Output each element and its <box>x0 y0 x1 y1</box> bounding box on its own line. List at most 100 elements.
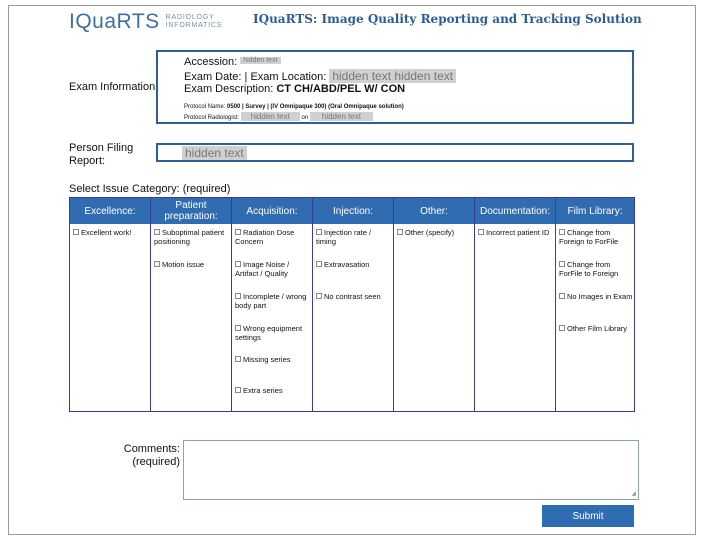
exam-location-value: hidden text hidden text <box>329 69 457 83</box>
person-filing-input[interactable]: hidden text <box>156 143 634 162</box>
comments-textarea[interactable]: ◢ <box>183 440 639 500</box>
column-header-acquisition: Acquisition: <box>232 198 312 224</box>
option-excellent-work[interactable]: Excellent work! <box>73 228 131 237</box>
person-filing-value: hidden text <box>182 146 247 160</box>
option-incorrect-patient-id[interactable]: Incorrect patient ID <box>478 228 549 237</box>
exam-description-label: Exam Description: <box>184 83 274 95</box>
column-film-library: Film Library: Change from Foreign to For… <box>556 198 634 411</box>
protocol-name-label: Protocol Name: <box>184 104 226 110</box>
issue-category-grid: Excellence: Excellent work! Patient prep… <box>69 197 635 412</box>
option-label: No Images in Exam <box>567 292 633 301</box>
checkbox-icon[interactable] <box>235 229 241 235</box>
column-header-film-library: Film Library: <box>556 198 634 224</box>
protocol-radiologist-value: hidden text <box>240 112 300 121</box>
protocol-name-value: 0500 | Survey | (IV Omnipaque 300) (Oral… <box>227 104 404 110</box>
accession-label: Accession: <box>184 56 238 68</box>
checkbox-icon[interactable] <box>316 261 322 267</box>
checkbox-icon[interactable] <box>316 293 322 299</box>
option-suboptimal-positioning[interactable]: Suboptimal patient positioning <box>154 228 231 246</box>
option-wrong-equipment[interactable]: Wrong equipment settings <box>235 324 311 342</box>
column-patient-preparation: Patient preparation: Suboptimal patient … <box>151 198 232 411</box>
checkbox-icon[interactable] <box>235 293 241 299</box>
checkbox-icon[interactable] <box>559 325 565 331</box>
on-value: hidden text <box>309 112 374 121</box>
column-acquisition: Acquisition: Radiation Dose Concern Imag… <box>232 198 313 411</box>
person-filing-label-line1: Person Filing <box>69 142 134 154</box>
column-header-patient-preparation: Patient preparation: <box>151 198 231 224</box>
option-motion-issue[interactable]: Motion issue <box>154 260 204 269</box>
checkbox-icon[interactable] <box>235 261 241 267</box>
option-label: Incomplete / wrong body part <box>235 292 307 310</box>
option-other-specify[interactable]: Other (specify) <box>397 228 454 237</box>
checkbox-icon[interactable] <box>478 229 484 235</box>
protocol-radiologist-label: Protocol Radiologist: <box>184 115 240 121</box>
option-label: Injection rate / timing <box>316 228 372 246</box>
option-label: Change from Foreign to ForFile <box>559 228 619 246</box>
logo-sub-line2: INFORMATICS <box>165 22 223 29</box>
checkbox-icon[interactable] <box>316 229 322 235</box>
exam-date-row: Exam Date: | Exam Location: hidden text … <box>184 69 457 83</box>
checkbox-icon[interactable] <box>559 261 565 267</box>
exam-information-box: Accession: hidden text Exam Date: | Exam… <box>156 50 634 124</box>
comments-label: Comments: (required) <box>120 443 180 469</box>
logo-sub-line1: RADIOLOGY <box>165 14 215 21</box>
option-label: Missing series <box>243 355 291 364</box>
option-no-images[interactable]: No Images in Exam <box>559 292 632 301</box>
option-label: Other (specify) <box>405 228 455 237</box>
accession-value: hidden text <box>240 57 281 64</box>
issue-category-prompt: Select Issue Category: (required) <box>69 183 231 195</box>
option-label: Wrong equipment settings <box>235 324 303 342</box>
column-other: Other: Other (specify) <box>394 198 475 411</box>
iquarts-logo: IQuaRTS RADIOLOGY INFORMATICS <box>69 10 222 34</box>
checkbox-icon[interactable] <box>154 229 160 235</box>
option-label: No contrast seen <box>324 292 381 301</box>
checkbox-icon[interactable] <box>559 293 565 299</box>
option-radiation-dose[interactable]: Radiation Dose Concern <box>235 228 311 246</box>
option-missing-series[interactable]: Missing series <box>235 355 291 364</box>
person-filing-label: Person Filing Report: <box>69 142 133 168</box>
checkbox-icon[interactable] <box>235 325 241 331</box>
option-image-noise[interactable]: Image Noise / Artifact / Quality <box>235 260 311 278</box>
person-filing-label-line2: Report: <box>69 155 106 167</box>
checkbox-icon[interactable] <box>154 261 160 267</box>
option-label: Extravasation <box>324 260 370 269</box>
checkbox-icon[interactable] <box>397 229 403 235</box>
checkbox-icon[interactable] <box>235 387 241 393</box>
resize-handle-icon[interactable]: ◢ <box>631 490 636 497</box>
option-label: Change from ForFile to Foreign <box>559 260 619 278</box>
option-label: Suboptimal patient positioning <box>154 228 225 246</box>
checkbox-icon[interactable] <box>235 356 241 362</box>
option-foreign-to-forfile[interactable]: Change from Foreign to ForFile <box>559 228 633 246</box>
accession-row: Accession: hidden text <box>184 56 281 68</box>
checkbox-icon[interactable] <box>73 229 79 235</box>
protocol-name-row: Protocol Name: 0500 | Survey | (IV Omnip… <box>184 104 404 110</box>
column-header-injection: Injection: <box>313 198 393 224</box>
submit-button[interactable]: Submit <box>542 505 634 527</box>
exam-description-value: CT CH/ABD/PEL W/ CON <box>276 83 406 95</box>
checkbox-icon[interactable] <box>559 229 565 235</box>
on-label: on <box>301 115 309 121</box>
column-excellence: Excellence: Excellent work! <box>70 198 151 411</box>
protocol-radiologist-row: Protocol Radiologist: hidden text on hid… <box>184 112 374 121</box>
column-documentation: Documentation: Incorrect patient ID <box>475 198 556 411</box>
column-header-excellence: Excellence: <box>70 198 150 224</box>
exam-description-row: Exam Description: CT CH/ABD/PEL W/ CON <box>184 83 405 95</box>
option-incomplete-body-part[interactable]: Incomplete / wrong body part <box>235 292 313 310</box>
column-header-documentation: Documentation: <box>475 198 555 224</box>
comments-label-line1: Comments: <box>123 443 180 455</box>
option-no-contrast[interactable]: No contrast seen <box>316 292 381 301</box>
option-injection-rate[interactable]: Injection rate / timing <box>316 228 392 246</box>
option-other-film-library[interactable]: Other Film Library <box>559 324 627 333</box>
option-label: Excellent work! <box>81 228 132 237</box>
option-extra-series[interactable]: Extra series <box>235 386 283 395</box>
option-label: Radiation Dose Concern <box>235 228 295 246</box>
option-label: Incorrect patient ID <box>486 228 550 237</box>
logo-main-text: IQuaRTS <box>69 10 160 33</box>
option-forfile-to-foreign[interactable]: Change from ForFile to Foreign <box>559 260 633 278</box>
column-header-other: Other: <box>394 198 474 224</box>
logo-sub-text: RADIOLOGY INFORMATICS <box>166 14 223 30</box>
exam-information-label: Exam Information: <box>69 81 159 93</box>
option-extravasation[interactable]: Extravasation <box>316 260 369 269</box>
option-label: Image Noise / Artifact / Quality <box>235 260 290 278</box>
exam-date-label: Exam Date: <box>184 71 242 83</box>
